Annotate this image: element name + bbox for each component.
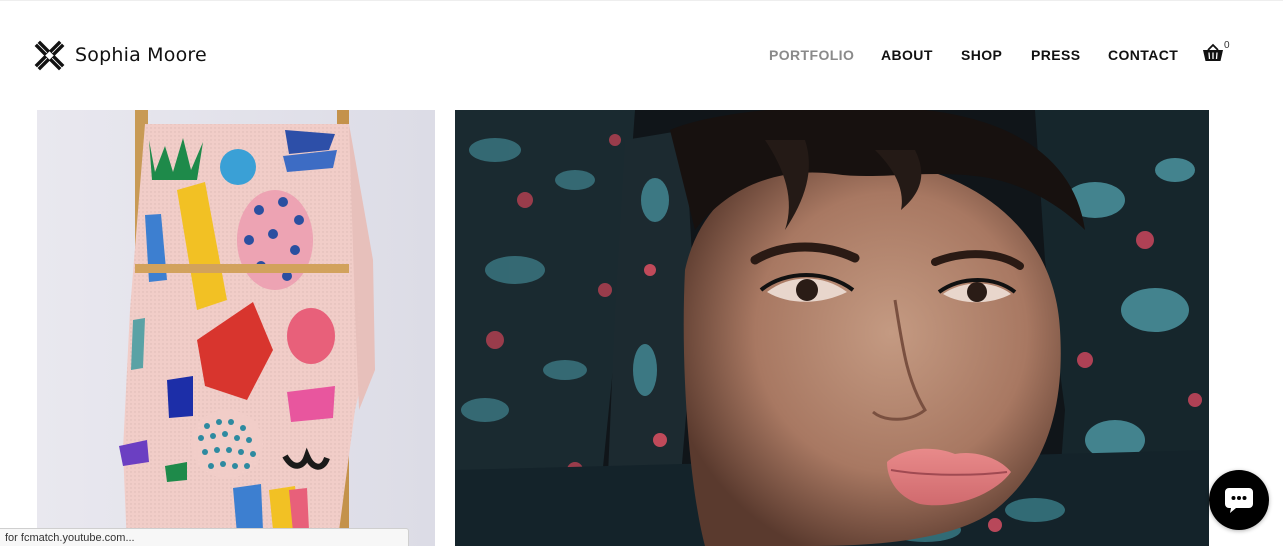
nav-portfolio[interactable]: PORTFOLIO: [769, 47, 854, 63]
blanket-image: [37, 110, 435, 546]
portfolio-item-portrait[interactable]: [455, 110, 1209, 546]
chat-bubble-icon: [1224, 486, 1254, 519]
shopping-basket-icon[interactable]: [1202, 42, 1226, 66]
nav-press[interactable]: PRESS: [1031, 47, 1080, 63]
main-nav: PORTFOLIO ABOUT SHOP PRESS CONTACT: [0, 47, 1283, 67]
nav-about[interactable]: ABOUT: [881, 47, 933, 63]
browser-status-bar: for fcmatch.youtube.com...: [0, 528, 409, 546]
nav-shop[interactable]: SHOP: [961, 47, 1002, 63]
portrait-image: [455, 110, 1209, 546]
cart-count-badge: 0: [1224, 40, 1230, 51]
chat-widget-button[interactable]: [1209, 470, 1269, 530]
nav-contact[interactable]: CONTACT: [1108, 47, 1178, 63]
portfolio-item-blanket[interactable]: [37, 110, 435, 546]
top-border: [0, 0, 1283, 1]
